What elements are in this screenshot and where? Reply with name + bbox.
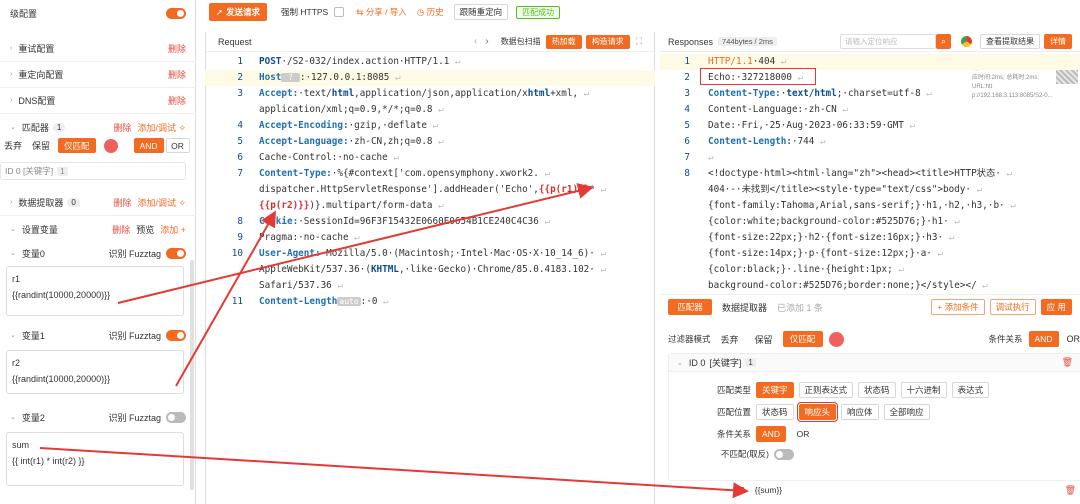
arrows-overlay — [39, 183, 749, 499]
arrow-sum — [39, 447, 749, 499]
arrow-r2 — [175, 210, 276, 387]
arrow-r1 — [117, 183, 594, 304]
